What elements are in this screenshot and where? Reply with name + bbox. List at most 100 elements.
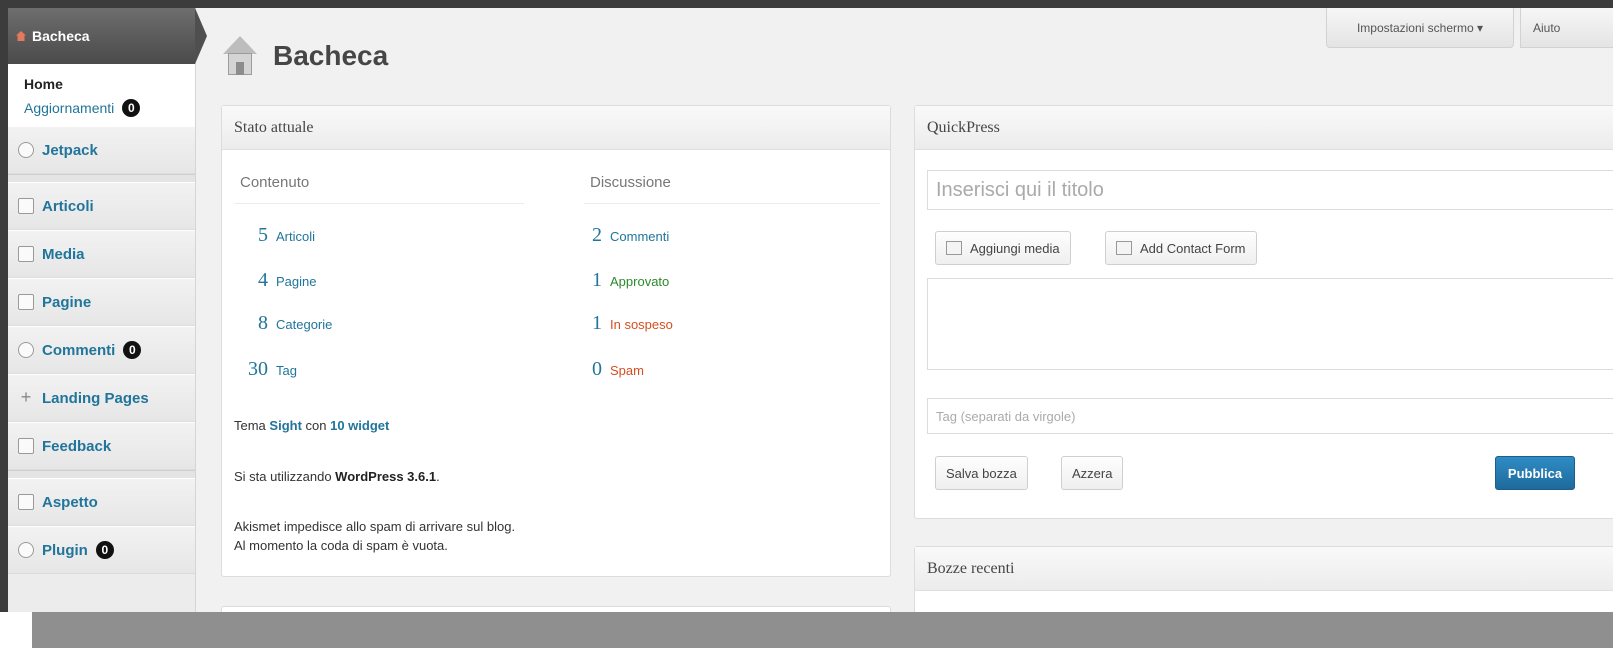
plugin-icon xyxy=(18,542,34,558)
sidebar-item-label: Commenti xyxy=(42,341,116,359)
stat-number: 0 xyxy=(592,358,602,380)
stato-attuale-widget: Stato attuale Contenuto Discussione 5 Ar… xyxy=(221,105,891,577)
stat-row-spam[interactable]: 0 Spam xyxy=(590,358,644,381)
page-title-area: Bacheca xyxy=(223,36,388,76)
stat-number: 5 xyxy=(258,224,268,246)
dashboard-house-icon xyxy=(223,36,257,76)
stat-number: 8 xyxy=(258,312,268,334)
stat-label: Pagine xyxy=(276,274,317,289)
wordpress-version-info: Si sta utilizzando WordPress 3.6.1. xyxy=(234,469,440,484)
add-media-button[interactable]: Aggiungi media xyxy=(935,231,1071,265)
submenu-item-label: Aggiornamenti xyxy=(24,100,115,116)
wordpress-version: WordPress 3.6.1 xyxy=(335,469,437,484)
frame-edge xyxy=(0,612,32,648)
add-contact-form-button[interactable]: Add Contact Form xyxy=(1105,231,1257,265)
help-button[interactable]: Aiuto xyxy=(1520,8,1613,48)
post-content-textarea[interactable] xyxy=(927,278,1613,370)
sidebar-item-jetpack[interactable]: Jetpack xyxy=(8,126,195,174)
sidebar-item-aspetto[interactable]: Aspetto xyxy=(8,478,195,526)
menu-separator xyxy=(8,470,195,478)
sidebar-item-feedback[interactable]: Feedback xyxy=(8,422,195,470)
screen-options-button[interactable]: Impostazioni schermo ▾ xyxy=(1326,8,1514,48)
discussion-column-heading: Discussione xyxy=(590,174,671,191)
comment-count-badge: 0 xyxy=(123,341,142,359)
pin-icon xyxy=(18,198,34,214)
sidebar-item-pagine[interactable]: Pagine xyxy=(8,278,195,326)
stat-number: 4 xyxy=(258,269,268,291)
dashboard-submenu: Home Aggiornamenti 0 xyxy=(8,64,195,126)
stat-row-categorie[interactable]: 8 Categorie xyxy=(236,312,332,335)
jetpack-icon xyxy=(18,142,34,158)
stat-label: Spam xyxy=(610,363,644,378)
submenu-item-home[interactable]: Home xyxy=(24,72,195,96)
stat-row-commenti[interactable]: 2 Commenti xyxy=(590,224,669,247)
plus-icon: + xyxy=(20,387,32,407)
comment-icon xyxy=(18,342,34,358)
submenu-item-label: Home xyxy=(24,76,63,92)
plugin-update-badge: 0 xyxy=(95,541,114,559)
sidebar-item-label: Jetpack xyxy=(42,141,98,159)
stat-row-articoli[interactable]: 5 Articoli xyxy=(236,224,315,247)
sidebar-item-label: Pagine xyxy=(42,293,92,311)
stat-label: Approvato xyxy=(610,274,670,289)
content-column-heading: Contenuto xyxy=(240,174,310,191)
house-icon xyxy=(16,31,26,41)
theme-info: Tema Sight con 10 widget xyxy=(234,418,389,433)
button-label: Aggiungi media xyxy=(970,240,1060,256)
widget-title[interactable]: QuickPress xyxy=(915,106,1613,150)
sidebar-item-bacheca[interactable]: Bacheca xyxy=(8,8,207,64)
post-title-input[interactable]: Inserisci qui il titolo xyxy=(927,170,1613,210)
stat-label: Categorie xyxy=(276,317,333,332)
stat-number: 30 xyxy=(248,358,268,380)
divider xyxy=(234,203,524,204)
widgets-link[interactable]: 10 widget xyxy=(330,418,389,433)
save-draft-button[interactable]: Salva bozza xyxy=(935,456,1028,490)
sidebar-item-label: Articoli xyxy=(42,197,94,215)
sidebar-item-commenti[interactable]: Commenti 0 xyxy=(8,326,195,374)
appearance-icon xyxy=(18,494,34,510)
stat-row-in-sospeso[interactable]: 1 In sospeso xyxy=(590,312,673,335)
stat-row-approvato[interactable]: 1 Approvato xyxy=(590,269,669,292)
submenu-item-aggiornamenti[interactable]: Aggiornamenti 0 xyxy=(24,96,195,120)
recent-drafts-widget: Bozze recenti xyxy=(914,546,1613,612)
sidebar-item-label: Bacheca xyxy=(32,28,90,44)
publish-button[interactable]: Pubblica xyxy=(1495,456,1575,490)
tags-input[interactable]: Tag (separati da virgole) xyxy=(927,398,1613,434)
menu-separator xyxy=(8,174,195,182)
divider xyxy=(584,203,880,204)
sidebar-item-label: Media xyxy=(42,245,85,263)
media-icon xyxy=(18,246,34,262)
sidebar-item-label: Aspetto xyxy=(42,493,98,511)
stat-label: In sospeso xyxy=(610,317,673,332)
page-title: Bacheca xyxy=(273,40,389,71)
stat-label: Tag xyxy=(276,363,297,378)
reset-button[interactable]: Azzera xyxy=(1061,456,1124,490)
button-label: Add Contact Form xyxy=(1140,240,1246,256)
form-icon xyxy=(1116,241,1132,255)
frame-bottom-bar xyxy=(32,612,1613,648)
page-icon xyxy=(18,294,34,310)
theme-prefix-text: Tema xyxy=(234,418,270,433)
sidebar-item-articoli[interactable]: Articoli xyxy=(8,182,195,230)
sidebar-item-label: Plugin xyxy=(42,541,88,559)
wp-prefix-text: Si sta utilizzando xyxy=(234,469,336,484)
stat-row-pagine[interactable]: 4 Pagine xyxy=(236,269,316,292)
akismet-line-1: Akismet impedisce allo spam di arrivare … xyxy=(234,519,516,534)
sidebar-item-media[interactable]: Media xyxy=(8,230,195,278)
feedback-icon xyxy=(18,438,34,454)
stat-row-tag[interactable]: 30 Tag xyxy=(236,358,297,381)
theme-link[interactable]: Sight xyxy=(269,418,302,433)
sidebar-item-landing-pages[interactable]: + Landing Pages xyxy=(8,374,195,422)
admin-sidebar: Bacheca Home Aggiornamenti 0 Jetpack Art… xyxy=(8,8,207,612)
wp-suffix-text: . xyxy=(436,469,440,484)
widget-title[interactable]: Bozze recenti xyxy=(915,547,1613,591)
stat-label: Commenti xyxy=(610,229,670,244)
theme-middle-text: con xyxy=(301,418,331,433)
stat-number: 2 xyxy=(592,224,602,246)
sidebar-item-label: Landing Pages xyxy=(42,389,149,407)
sidebar-item-plugin[interactable]: Plugin 0 xyxy=(8,526,195,574)
widget-title[interactable]: Stato attuale xyxy=(222,106,890,150)
media-icon xyxy=(946,241,962,255)
sidebar-item-label: Feedback xyxy=(42,437,112,455)
akismet-line-2: Al momento la coda di spam è vuota. xyxy=(234,538,448,553)
